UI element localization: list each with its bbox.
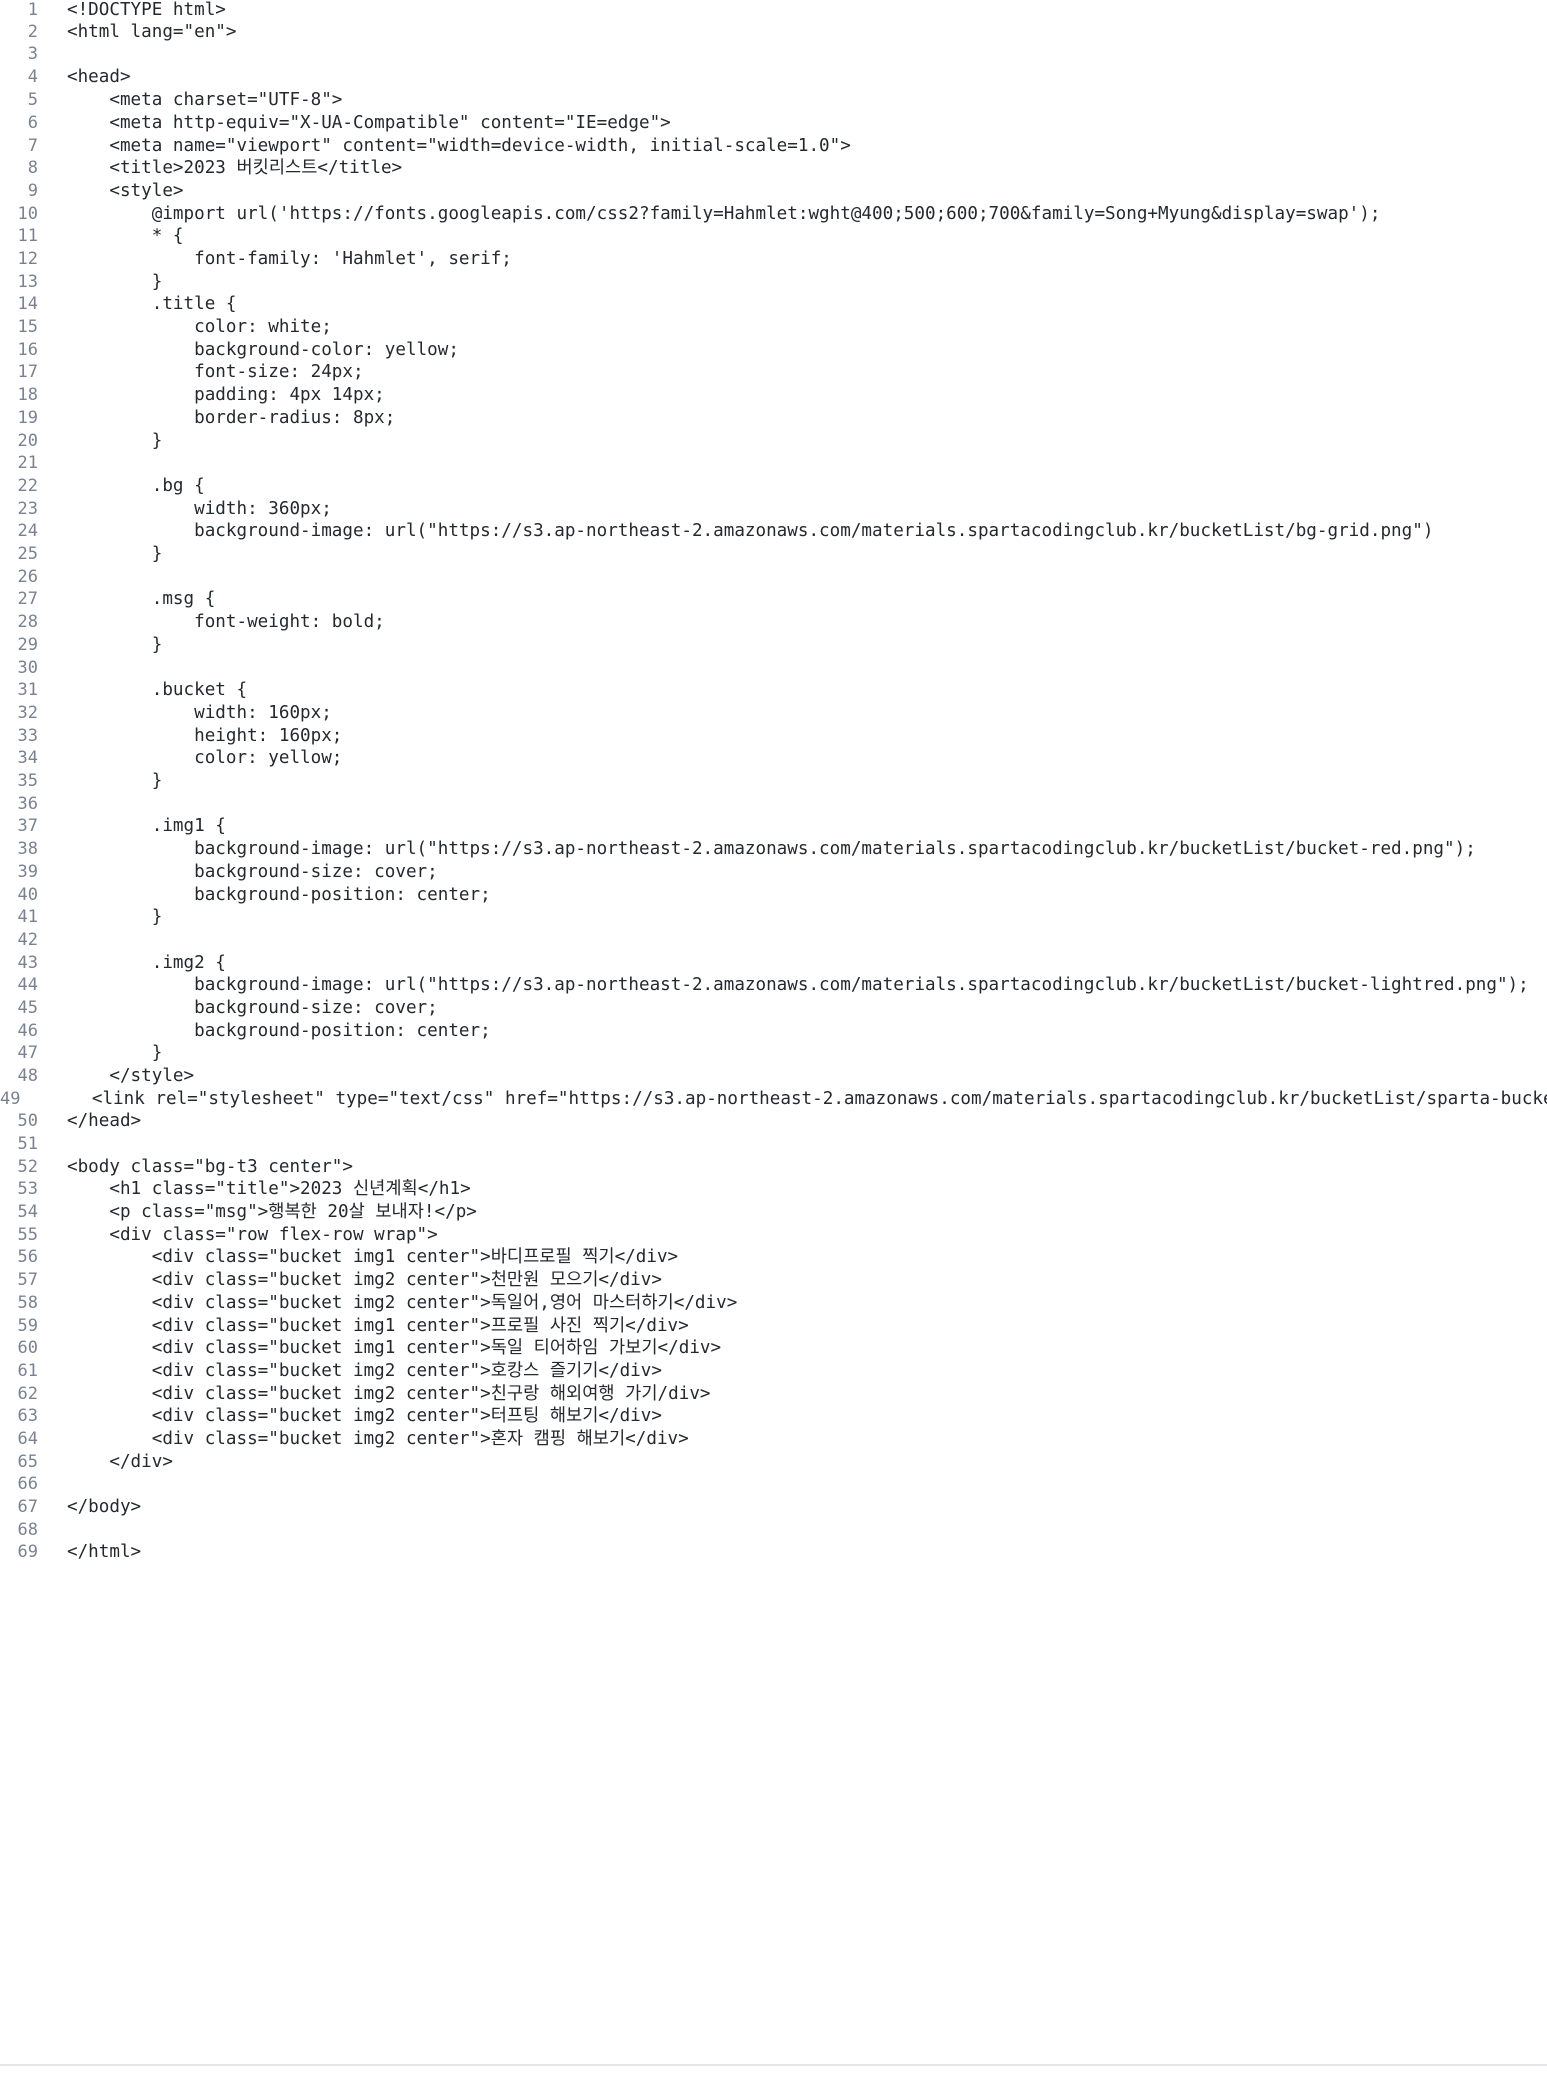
line-number: 69 — [17, 1541, 38, 1562]
code-line: 69 </html> — [0, 1537, 1547, 1567]
line-code: </html> — [67, 1541, 142, 1562]
code-view: 1 <!DOCTYPE html> 2 <html lang="en"> 3 4 <h… — [0, 0, 1547, 2066]
bottom-divider — [0, 2064, 1547, 2066]
